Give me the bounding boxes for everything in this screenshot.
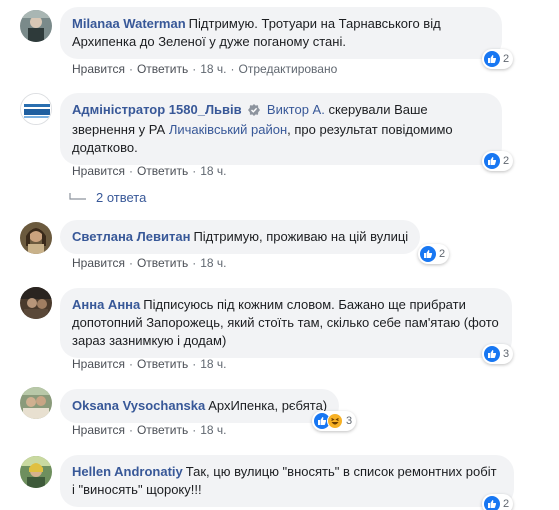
comment-text: Підтримую, проживаю на цій вулиці [193,229,409,244]
timestamp[interactable]: 18 ч. [200,357,226,371]
comment-bubble: Анна Анна Підписуюсь під кожним словом. Б… [60,288,512,358]
reaction-count[interactable]: 3 [482,344,514,364]
mention-link[interactable]: Виктор А. [267,102,325,117]
comment-actions: Нравится · Ответить · 18 ч. [72,164,227,178]
comment-bubble: Milanaa Waterman Підтримую. Тротуари на Т… [60,7,502,59]
author-name[interactable]: Oksana Vysochanska [72,398,205,413]
avatar[interactable] [20,10,52,42]
author-name[interactable]: Milanaa Waterman [72,16,186,31]
like-icon [484,496,500,510]
like-icon [484,153,500,169]
reaction-count[interactable]: 2 [482,151,514,171]
timestamp[interactable]: 18 ч. [200,164,226,178]
comment-actions: Нравится · Ответить · 18 ч. · Отредактировано [72,62,338,76]
comment-bubble: Hellen Andronatiy Так, цю вулицю "вносять… [60,455,514,507]
avatar[interactable] [20,287,52,319]
like-link[interactable]: Нравится [72,357,125,371]
like-link[interactable]: Нравится [72,256,125,270]
like-icon [420,246,436,262]
reaction-count[interactable]: 2 [482,49,514,69]
comment-actions: Нравится · Ответить · 18 ч. [72,357,227,371]
like-link[interactable]: Нравится [72,62,125,76]
reply-link[interactable]: Ответить [137,62,188,76]
timestamp[interactable]: 18 ч. [200,423,226,437]
view-replies-link[interactable]: 2 ответа [68,190,146,205]
timestamp[interactable]: 18 ч. [200,62,226,76]
comment-bubble: Oksana Vysochanska АрхИпенка, рєбята) [60,389,340,423]
reply-arrow-icon [69,192,86,200]
reply-link[interactable]: Ответить [137,164,188,178]
avatar[interactable] [20,222,52,254]
reply-link[interactable]: Ответить [137,256,188,270]
timestamp[interactable]: 18 ч. [200,256,226,270]
comment-bubble: Светлана Левитан Підтримую, проживаю на ц… [60,220,421,254]
author-name[interactable]: Адміністратор 1580_Львів [72,102,242,117]
like-icon [484,51,500,67]
avatar[interactable] [20,456,52,488]
like-icon [484,346,500,362]
author-name[interactable]: Анна Анна [72,297,140,312]
haha-icon [327,413,343,429]
avatar[interactable] [20,93,52,125]
like-link[interactable]: Нравится [72,164,125,178]
verified-icon [248,103,261,121]
reply-link[interactable]: Ответить [137,423,188,437]
reaction-count[interactable]: 3 [312,411,357,431]
comment-bubble: Адміністратор 1580_Львів Виктор А. скеру… [60,93,502,165]
reaction-count[interactable]: 2 [482,494,514,510]
comment-text: АрхИпенка, рєбята) [208,398,328,413]
comment-actions: Нравится · Ответить · 18 ч. [72,423,227,437]
edited-label[interactable]: Отредактировано [239,62,338,76]
author-name[interactable]: Hellen Andronatiy [72,464,183,479]
district-link[interactable]: Личаківський район [169,122,287,137]
avatar[interactable] [20,387,52,419]
author-name[interactable]: Светлана Левитан [72,229,190,244]
reply-link[interactable]: Ответить [137,357,188,371]
reaction-count[interactable]: 2 [418,244,450,264]
comment-actions: Нравится · Ответить · 18 ч. [72,256,227,270]
like-link[interactable]: Нравится [72,423,125,437]
